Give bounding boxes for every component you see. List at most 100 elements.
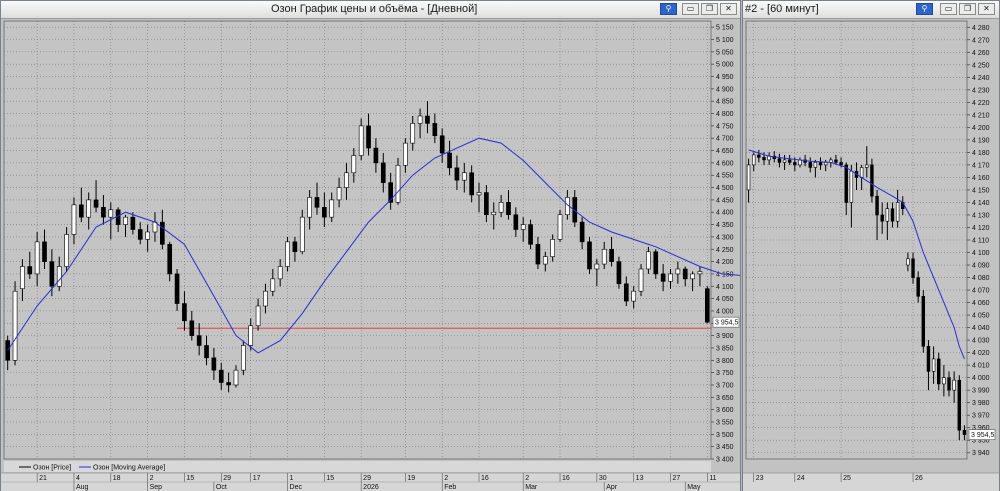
close-button[interactable]: ✕ bbox=[978, 3, 995, 15]
candle-body bbox=[762, 157, 766, 161]
candle-body bbox=[484, 192, 489, 216]
candle-body bbox=[417, 115, 423, 124]
y-tick-label: 3 400 bbox=[716, 457, 734, 464]
y-tick-label: 4 850 bbox=[716, 99, 734, 106]
candle-body bbox=[130, 216, 136, 230]
candle-body bbox=[196, 335, 202, 346]
y-tick-label: 5 000 bbox=[716, 62, 734, 69]
restore-button[interactable]: ❐ bbox=[701, 3, 718, 15]
x-tick-label: 16 bbox=[481, 475, 489, 482]
candle-body bbox=[616, 261, 622, 285]
y-tick-label: 4 130 bbox=[972, 212, 990, 219]
x-tick-label: 19 bbox=[407, 475, 415, 482]
x-tick-label: 13 bbox=[636, 475, 644, 482]
minimize-button[interactable]: ▭ bbox=[682, 3, 699, 15]
y-tick-label: 3 500 bbox=[716, 432, 734, 439]
candle-body bbox=[587, 241, 592, 270]
candle-body bbox=[798, 159, 802, 166]
y-tick-label: 4 240 bbox=[972, 75, 990, 82]
y-tick-label: 4 100 bbox=[972, 250, 990, 257]
candle-body bbox=[520, 224, 526, 230]
candle-body bbox=[542, 256, 548, 265]
y-tick-label: 4 160 bbox=[972, 175, 990, 182]
candle-body bbox=[793, 162, 797, 166]
candle-body bbox=[704, 288, 710, 323]
y-tick-label: 4 060 bbox=[972, 300, 990, 307]
x-axis-band bbox=[743, 473, 999, 491]
candle-body bbox=[880, 214, 884, 222]
x-tick-label: 27 bbox=[672, 475, 680, 482]
y-tick-label: 4 450 bbox=[716, 197, 734, 204]
candle-body bbox=[123, 216, 128, 225]
candle-body bbox=[432, 123, 438, 137]
candle-body bbox=[167, 244, 173, 275]
x-tick-label: 29 bbox=[363, 475, 371, 482]
x-tick-label: 15 bbox=[326, 475, 334, 482]
y-tick-label: 4 140 bbox=[972, 200, 990, 207]
y-tick-label: 4 400 bbox=[716, 210, 734, 217]
hourly-window-titlebar[interactable]: #2 - [60 минут] ⚲ ▭ ❐ ✕ bbox=[743, 1, 999, 19]
daily-window-titlebar[interactable]: Озон График цены и объёма - [Дневной] ⚲ … bbox=[1, 1, 740, 19]
candle-body bbox=[942, 377, 946, 385]
y-tick-label: 4 280 bbox=[972, 25, 990, 32]
y-tick-label: 4 010 bbox=[972, 363, 990, 370]
x-tick-label: 21 bbox=[39, 475, 47, 482]
minimize-button[interactable]: ▭ bbox=[940, 3, 957, 15]
x-tick-label: 17 bbox=[253, 475, 261, 482]
hourly-price-chart[interactable]: 3 9403 9503 9603 9703 9803 9904 0004 010… bbox=[743, 19, 999, 491]
candle-body bbox=[64, 234, 69, 267]
candle-body bbox=[675, 268, 681, 275]
candle-body bbox=[906, 258, 910, 266]
candle-body bbox=[241, 345, 246, 371]
daily-price-chart[interactable]: 3 400 3 450 3 500 3 550 3 600 3 650 3 700 3 750… bbox=[1, 19, 740, 491]
y-tick-label: 4 150 bbox=[972, 187, 990, 194]
y-tick-label: 4 120 bbox=[972, 225, 990, 232]
y-tick-label: 4 170 bbox=[972, 162, 990, 169]
y-tick-label: 4 270 bbox=[972, 37, 990, 44]
y-tick-label: 3 550 bbox=[716, 419, 734, 426]
candle-body bbox=[137, 229, 143, 240]
y-tick-label: 4 250 bbox=[972, 62, 990, 69]
candle-body bbox=[895, 202, 900, 222]
candle-body bbox=[211, 357, 217, 371]
candle-body bbox=[34, 241, 40, 275]
candle-body bbox=[395, 165, 401, 203]
candle-body bbox=[285, 241, 290, 267]
y-tick-label: 3 980 bbox=[972, 400, 990, 407]
candle-body bbox=[690, 273, 695, 280]
candle-body bbox=[42, 241, 47, 262]
y-tick-label: 5 150 bbox=[716, 25, 734, 32]
x-month-label: Oct bbox=[216, 484, 227, 491]
candle-body bbox=[962, 429, 967, 435]
close-button[interactable]: ✕ bbox=[720, 3, 737, 15]
candle-body bbox=[609, 248, 614, 262]
candle-body bbox=[204, 345, 209, 359]
candle-body bbox=[682, 268, 688, 280]
y-tick-label: 4 000 bbox=[972, 375, 990, 382]
x-tick-label: 30 bbox=[599, 475, 607, 482]
candle-body bbox=[182, 303, 187, 322]
candle-body bbox=[461, 172, 467, 181]
x-month-label: Dec bbox=[290, 484, 303, 491]
candle-body bbox=[911, 258, 915, 278]
y-tick-label: 4 190 bbox=[972, 137, 990, 144]
x-tick-label: 2 bbox=[444, 475, 448, 482]
y-tick-label: 4 600 bbox=[716, 160, 734, 167]
candle-body bbox=[329, 199, 335, 218]
candle-body bbox=[218, 369, 224, 383]
x-month-label: 2026 bbox=[363, 484, 379, 491]
candle-body bbox=[697, 271, 703, 275]
candle-body bbox=[777, 158, 782, 163]
candle-body bbox=[646, 251, 651, 270]
candle-body bbox=[746, 164, 751, 191]
pin-icon[interactable]: ⚲ bbox=[916, 3, 933, 15]
candle-body bbox=[145, 231, 150, 240]
x-tick-label: 23 bbox=[756, 475, 764, 482]
candle-body bbox=[86, 199, 92, 218]
y-tick-label: 4 100 bbox=[716, 284, 734, 291]
candle-body bbox=[380, 162, 386, 183]
restore-button[interactable]: ❐ bbox=[959, 3, 976, 15]
pin-icon[interactable]: ⚲ bbox=[660, 3, 677, 15]
y-tick-label: 4 700 bbox=[716, 136, 734, 143]
x-tick-label: 2 bbox=[525, 475, 529, 482]
